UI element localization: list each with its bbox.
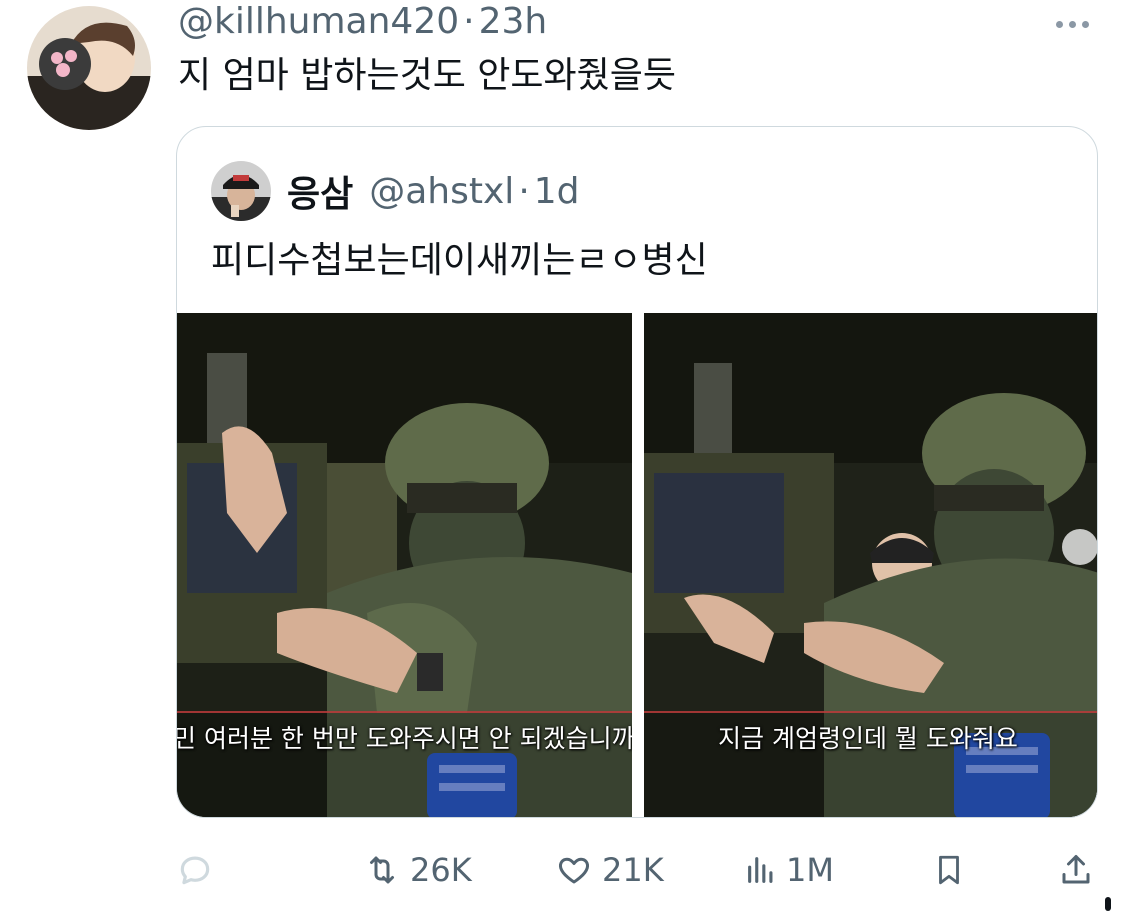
quote-header: 응삼 @ahstxl · 1d xyxy=(287,165,580,217)
views-chart-icon xyxy=(748,857,773,883)
like-count: 21K xyxy=(602,851,664,889)
views-button[interactable]: 1M xyxy=(744,842,834,898)
avatar-image xyxy=(27,6,151,130)
quote-author-avatar[interactable] xyxy=(211,161,271,221)
tweet-text: 지 엄마 밥하는것도 안도와줬을듯 xyxy=(178,55,677,96)
reply-button[interactable] xyxy=(176,842,214,898)
heart-icon xyxy=(559,857,589,884)
more-options-icon[interactable] xyxy=(1048,12,1096,36)
subtitle-divider xyxy=(644,711,1097,713)
video-subtitle-2: 지금 계엄령인데 뭘 도와줘요 xyxy=(718,724,1018,753)
retweet-icon xyxy=(370,856,394,884)
views-count: 1M xyxy=(786,851,834,889)
scrollbar-thumb[interactable] xyxy=(1105,897,1111,911)
quote-author-handle[interactable]: @ahstxl xyxy=(369,171,514,212)
author-avatar[interactable] xyxy=(27,6,151,130)
video-subtitle-1: 민 여러분 한 번만 도와주시면 안 되겠습니까 xyxy=(177,724,632,753)
quote-text: 피디수첩보는데이새끼는ㄹㅇ병신 xyxy=(211,240,708,281)
author-handle[interactable]: @killhuman420 xyxy=(178,1,459,42)
tweet-time[interactable]: 23h xyxy=(479,1,548,42)
like-button[interactable]: 21K xyxy=(554,842,664,898)
retweet-button[interactable]: 26K xyxy=(362,842,472,898)
media-image-2[interactable]: 지금 계엄령인데 뭘 도와줘요 xyxy=(644,313,1097,817)
retweet-count: 26K xyxy=(410,851,472,889)
quote-time[interactable]: 1d xyxy=(534,171,580,212)
reply-icon xyxy=(180,856,210,885)
separator: · xyxy=(463,0,475,42)
action-bar: 26K 21K 1M xyxy=(176,842,1096,898)
separator: · xyxy=(518,170,530,212)
media-image-1[interactable]: 민 여러분 한 번만 도와주시면 안 되겠습니까 xyxy=(177,313,632,817)
quote-author-name[interactable]: 응삼 xyxy=(287,165,353,217)
subtitle-divider xyxy=(177,711,632,713)
bookmark-button[interactable] xyxy=(932,842,966,898)
share-button[interactable] xyxy=(1058,842,1094,898)
media-grid: 민 여러분 한 번만 도와주시면 안 되겠습니까 지금 계엄령인데 뭘 도와줘요 xyxy=(177,313,1097,817)
quote-avatar-image xyxy=(211,161,271,221)
quote-tweet-card[interactable]: 응삼 @ahstxl · 1d 피디수첩보는데이새끼는ㄹㅇ병신 민 여러분 한 … xyxy=(176,126,1098,818)
share-icon xyxy=(1062,855,1090,884)
bookmark-icon xyxy=(939,855,959,885)
tweet-header: @killhuman420 · 23h xyxy=(178,0,547,42)
